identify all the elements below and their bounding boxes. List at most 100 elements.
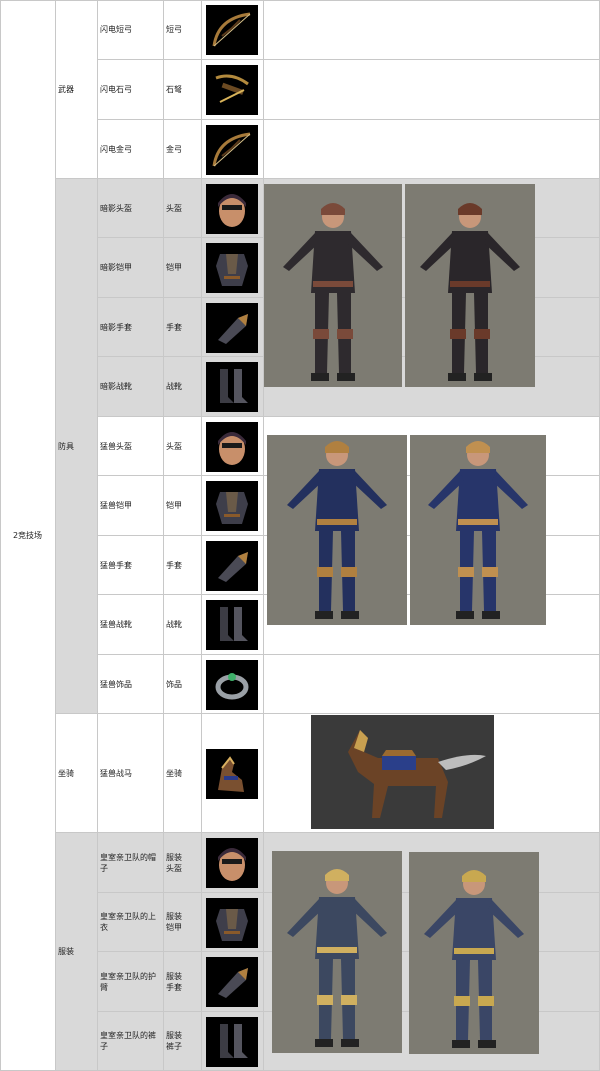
bow-icon[interactable] xyxy=(206,5,258,55)
helmet-icon[interactable] xyxy=(206,422,258,472)
item-name-text: 闪电短弓 xyxy=(100,25,132,34)
item-name-text: 闪电金弓 xyxy=(100,144,132,154)
item-name: 皇室亲卫队的裤子 xyxy=(98,1012,164,1071)
item-type-text: 裤子 xyxy=(166,1042,182,1051)
row-preview-area xyxy=(264,0,600,60)
item-name: 猛兽战马 xyxy=(98,714,164,833)
item-type-text: 金弓 xyxy=(166,144,182,154)
row-preview-area xyxy=(264,120,600,179)
item-type: 坐骑 xyxy=(164,714,202,833)
item-name-text: 猛兽铠甲 xyxy=(100,501,132,510)
item-type: 战靴 xyxy=(164,357,202,417)
boots-icon[interactable] xyxy=(206,600,258,650)
item-name: 猛兽铠甲 xyxy=(98,476,164,536)
item-type-text: 头盔 xyxy=(166,863,182,873)
item-name: 皇室亲卫队的护臂 xyxy=(98,952,164,1012)
item-type-text: 服装 xyxy=(166,1031,182,1040)
item-type: 金弓 xyxy=(164,120,202,179)
item-name: 猛兽手套 xyxy=(98,536,164,595)
glove-icon[interactable] xyxy=(206,957,258,1007)
item-name-text: 猛兽战靴 xyxy=(100,620,132,629)
item-name: 皇室亲卫队的帽子 xyxy=(98,833,164,893)
armor-icon[interactable] xyxy=(206,243,258,293)
preview-guard-female xyxy=(409,852,539,1054)
item-type-text: 手套 xyxy=(166,560,182,570)
item-type-text: 饰品 xyxy=(166,679,182,689)
item-type-text: 短弓 xyxy=(166,25,182,34)
item-name: 闪电石弓 xyxy=(98,60,164,120)
horse-icon[interactable] xyxy=(206,749,258,799)
glove-icon[interactable] xyxy=(206,303,258,353)
item-type: 服装 裤子 xyxy=(164,1012,202,1071)
item-name-text: 猛兽头盔 xyxy=(100,441,132,451)
item-name: 皇室亲卫队的上衣 xyxy=(98,893,164,952)
item-name-text: 皇室亲卫队的帽子 xyxy=(100,852,156,873)
armor-icon[interactable] xyxy=(206,481,258,531)
item-type: 战靴 xyxy=(164,595,202,655)
item-name: 暗影手套 xyxy=(98,298,164,357)
item-name: 猛兽头盔 xyxy=(98,417,164,476)
item-type-text: 头盔 xyxy=(166,203,182,213)
armor-icon[interactable] xyxy=(206,898,258,948)
helmet-icon[interactable] xyxy=(206,838,258,888)
item-type: 服装 铠甲 xyxy=(164,893,202,952)
item-name-text: 闪电石弓 xyxy=(100,85,132,94)
item-name-text: 暗影战靴 xyxy=(100,382,132,391)
preview-shadow-male xyxy=(264,184,402,387)
item-type-text: 服装 xyxy=(166,971,182,981)
boots-icon[interactable] xyxy=(206,362,258,412)
item-type: 服装 手套 xyxy=(164,952,202,1012)
preview-beast-male xyxy=(267,435,407,625)
boots-icon[interactable] xyxy=(206,1017,258,1067)
item-type-text: 坐骑 xyxy=(166,768,182,778)
preview-beast-female xyxy=(410,435,546,625)
glove-icon[interactable] xyxy=(206,541,258,591)
category-mount: 坐骑 xyxy=(56,714,98,833)
row-preview-area xyxy=(264,60,600,120)
item-name-text: 暗影头盔 xyxy=(100,203,132,213)
category-costume: 服装 xyxy=(56,833,98,1071)
item-type: 头盔 xyxy=(164,179,202,238)
item-name: 暗影战靴 xyxy=(98,357,164,417)
item-type-text: 铠甲 xyxy=(166,263,182,272)
category-armor: 防具 xyxy=(56,179,98,714)
section-label: 2竞技场 xyxy=(0,0,56,1071)
item-type-text: 手套 xyxy=(166,982,182,992)
item-type-text: 石弩 xyxy=(166,85,182,94)
item-name-text: 皇室亲卫队的护臂 xyxy=(100,971,156,992)
item-type: 短弓 xyxy=(164,0,202,60)
category-weapons: 武器 xyxy=(56,0,98,179)
ring-icon[interactable] xyxy=(206,660,258,710)
item-type-text: 战靴 xyxy=(166,382,182,391)
item-type-text: 服装 xyxy=(166,912,182,921)
bow-icon[interactable] xyxy=(206,125,258,175)
item-name: 猛兽战靴 xyxy=(98,595,164,655)
item-type-text: 战靴 xyxy=(166,620,182,629)
item-type: 手套 xyxy=(164,536,202,595)
helmet-icon[interactable] xyxy=(206,184,258,234)
item-name-text: 暗影手套 xyxy=(100,322,132,332)
item-name-text: 猛兽饰品 xyxy=(100,679,132,689)
item-name-text: 皇室亲卫队的上衣 xyxy=(100,912,156,932)
crossbow-icon[interactable] xyxy=(206,65,258,115)
item-type-text: 手套 xyxy=(166,322,182,332)
item-name: 猛兽饰品 xyxy=(98,655,164,714)
item-type: 石弩 xyxy=(164,60,202,120)
item-name-text: 皇室亲卫队的裤子 xyxy=(100,1031,156,1051)
item-name-text: 猛兽手套 xyxy=(100,560,132,570)
item-type: 铠甲 xyxy=(164,476,202,536)
item-name: 暗影头盔 xyxy=(98,179,164,238)
row-preview-area xyxy=(264,655,600,714)
item-type-text: 服装 xyxy=(166,852,182,862)
item-type-text: 铠甲 xyxy=(166,501,182,510)
preview-shadow-female xyxy=(405,184,535,387)
item-type: 服装 头盔 xyxy=(164,833,202,893)
item-type: 饰品 xyxy=(164,655,202,714)
item-name-text: 猛兽战马 xyxy=(100,768,132,778)
item-type-text: 头盔 xyxy=(166,441,182,451)
item-type: 铠甲 xyxy=(164,238,202,298)
item-type: 手套 xyxy=(164,298,202,357)
preview-beast-warhorse xyxy=(311,715,494,829)
item-name: 暗影铠甲 xyxy=(98,238,164,298)
item-type: 头盔 xyxy=(164,417,202,476)
